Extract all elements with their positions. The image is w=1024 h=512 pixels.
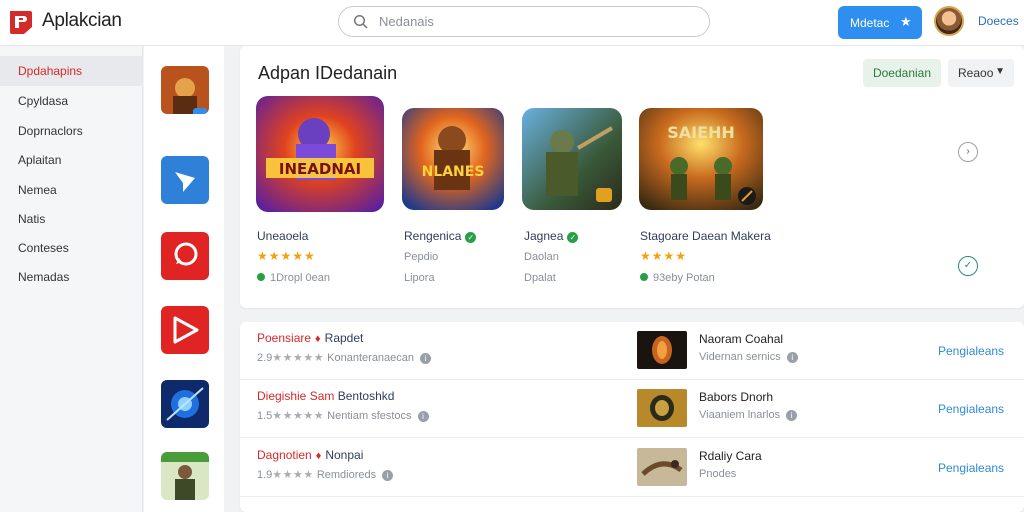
top-bar: Aplakcian Nedanais Mdetac ★ Doeces: [0, 0, 1024, 46]
chevron-down-icon: ▼: [995, 66, 1005, 77]
header-action-label: Mdetac: [850, 16, 890, 30]
row-meta: 2.9★★★★★ Konanteranaecan i: [257, 351, 432, 364]
play-store-icon[interactable]: [161, 306, 209, 354]
row-action-link[interactable]: Pengialeans: [938, 461, 1004, 475]
maple-leaf-icon: ♦: [315, 450, 322, 462]
game-art-1-text: INEADNAI: [279, 160, 361, 178]
game-art-4[interactable]: SAIEHH: [639, 108, 763, 210]
list-item[interactable]: Poensiare ♦ Rapdet 2.9★★★★★ Konanteranaeca…: [240, 322, 1024, 380]
verified-check-icon: ✓: [567, 232, 579, 243]
row-thumbnail[interactable]: [637, 331, 687, 369]
info-icon: i: [417, 411, 429, 422]
app-name: Aplakcian: [42, 10, 122, 31]
row-title[interactable]: Diegishie Sam Bentoshkd: [257, 389, 394, 403]
chat-bubble-icon[interactable]: [161, 232, 209, 280]
game-art-1[interactable]: INEADNAI: [256, 96, 384, 212]
sidebar-item-8[interactable]: Nemadas: [0, 262, 143, 292]
sidebar-item-3[interactable]: Doprnaclors: [0, 116, 143, 146]
featured-title: Adpan IDedanain: [258, 63, 398, 83]
app-logo-icon[interactable]: [6, 8, 34, 36]
row-title[interactable]: Dagnotien ♦ Nonpai: [257, 448, 363, 462]
row-meta: 1.9★★★★ Remdioreds i: [257, 468, 394, 481]
sidebar-item-2[interactable]: Cpyldasa: [0, 86, 143, 116]
info-icon: i: [420, 353, 432, 364]
header-action-button[interactable]: Mdetac ★: [838, 6, 922, 39]
maple-leaf-icon: ♦: [315, 333, 321, 345]
strip-game-icon-3[interactable]: [161, 452, 209, 500]
row-title[interactable]: Poensiare ♦ Rapdet: [257, 331, 363, 345]
row-game-sub: Pnodes: [699, 468, 737, 480]
game-stars-4: ★★★★: [640, 249, 688, 263]
avatar[interactable]: [934, 6, 964, 36]
game-list: Poensiare ♦ Rapdet 2.9★★★★★ Konanteranaeca…: [240, 322, 1024, 512]
status-dot-icon: [257, 273, 265, 281]
row-game-sub: Viaaniem lnarlos i: [699, 409, 798, 421]
game-art-2[interactable]: NLANES: [402, 108, 504, 210]
row-game-name[interactable]: Naoram Coahal: [699, 332, 783, 346]
check-circle-icon[interactable]: ✓: [958, 256, 978, 276]
game-name-4[interactable]: Stagoare Daean Makera: [640, 229, 771, 243]
info-icon: i: [786, 352, 798, 363]
game-art-2-text: NLANES: [422, 164, 485, 180]
verified-check-icon: ✓: [465, 232, 477, 243]
status-dot-icon: [640, 273, 648, 281]
row-meta: 1.5★★★★★ Nentiam sfestocs i: [257, 409, 429, 422]
sidebar: Dpdahapins Cpyldasa Doprnaclors Aplaitan…: [0, 46, 143, 512]
row-thumbnail[interactable]: [637, 448, 687, 486]
featured-section: Adpan IDedanain Doedanian Reaoo ▼ INEADN…: [240, 46, 1024, 308]
sidebar-item-4[interactable]: Aplaitan: [0, 145, 143, 175]
game-stars-1: ★★★★★: [257, 249, 316, 263]
play-arrow-icon[interactable]: [161, 156, 209, 204]
filter-label: Reaoo: [958, 66, 994, 80]
featured-primary-button[interactable]: Doedanian: [863, 59, 941, 87]
row-action-link[interactable]: Pengialeans: [938, 402, 1004, 416]
sidebar-item-1[interactable]: Dpdahapins: [0, 56, 143, 86]
game-sub-4: 93eby Potan: [640, 272, 715, 284]
row-game-name[interactable]: Rdaliy Cara: [699, 449, 762, 463]
game-sub-1: 1Dropl 0ean: [257, 272, 330, 284]
info-icon: i: [786, 410, 798, 421]
row-thumbnail[interactable]: [637, 389, 687, 427]
game-art-4-text: SAIEHH: [667, 123, 735, 142]
next-arrow-icon[interactable]: ›: [958, 142, 978, 162]
game-sub-2: Pepdio: [404, 251, 439, 263]
strip-game-icon-1[interactable]: [161, 66, 209, 114]
user-name[interactable]: Doeces: [978, 14, 1019, 28]
star-icon: ★: [900, 14, 912, 29]
game-art-3[interactable]: [522, 108, 622, 210]
game-sub2-3: Dpalat: [524, 272, 556, 284]
game-name-1[interactable]: Uneaoela: [257, 229, 308, 243]
game-sub2-2: Lipora: [404, 272, 435, 284]
sidebar-item-5[interactable]: Nemea: [0, 175, 143, 205]
sidebar-item-7[interactable]: Conteses: [0, 233, 143, 263]
list-item[interactable]: Diegishie Sam Bentoshkd 1.5★★★★★ Nentiam…: [240, 380, 1024, 438]
game-name-3[interactable]: Jagnea ✓: [524, 229, 579, 243]
game-sub-3: Daolan: [524, 251, 559, 263]
row-action-link[interactable]: Pengialeans: [938, 344, 1004, 358]
strip-game-icon-2[interactable]: [161, 380, 209, 428]
filter-dropdown[interactable]: Reaoo ▼: [948, 59, 1014, 87]
game-name-2[interactable]: Rengenica ✓: [404, 229, 477, 243]
row-game-name[interactable]: Babors Dnorh: [699, 390, 773, 404]
sidebar-item-6[interactable]: Natis: [0, 204, 143, 234]
list-item[interactable]: Dagnotien ♦ Nonpai 1.9★★★★ Remdioreds i Rda…: [240, 439, 1024, 497]
search-input[interactable]: Nedanais: [338, 6, 710, 37]
row-game-sub: Vidernan sernics i: [699, 351, 798, 363]
info-icon: i: [382, 470, 394, 481]
app-icon-strip: [144, 46, 224, 512]
search-placeholder: Nedanais: [379, 14, 434, 29]
search-icon: [353, 14, 368, 29]
